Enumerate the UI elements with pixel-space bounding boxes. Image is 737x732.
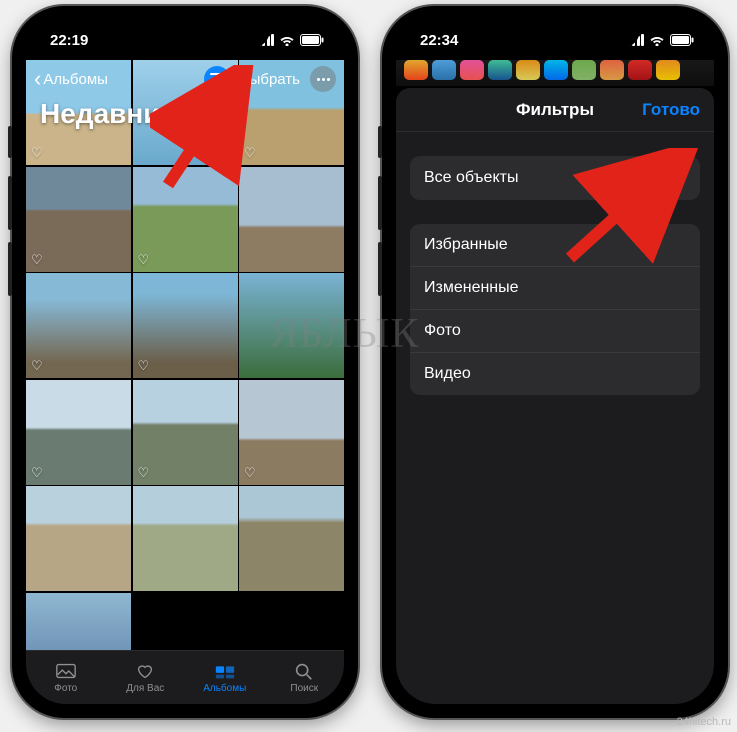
more-button[interactable] <box>310 66 336 92</box>
tab-for-you[interactable]: Для Вас <box>106 651 186 704</box>
tab-photo[interactable]: Фото <box>26 651 106 704</box>
filter-row-edited[interactable]: Измененные <box>410 267 700 310</box>
row-label: Видео <box>424 365 471 383</box>
status-time: 22:34 <box>420 32 458 49</box>
row-label: Фото <box>424 322 461 340</box>
source-credit: 24hitech.ru <box>677 716 731 728</box>
albums-icon <box>214 661 236 681</box>
filter-row-all-items[interactable]: Все объекты ✓ <box>410 156 700 200</box>
search-icon <box>293 661 315 681</box>
photo-thumb[interactable]: ♡ <box>133 273 238 378</box>
tab-label: Для Вас <box>126 683 164 694</box>
heart-icon: ♡ <box>244 465 256 481</box>
tab-label: Фото <box>54 683 77 694</box>
home-row-background <box>396 60 714 86</box>
photo-thumb[interactable] <box>239 273 344 378</box>
row-label: Измененные <box>424 279 519 297</box>
photo-thumb[interactable]: ♡ <box>133 380 238 485</box>
done-button[interactable]: Готово <box>642 88 700 131</box>
modal-header: Фильтры Готово <box>396 88 714 132</box>
photo-thumb[interactable] <box>26 593 131 651</box>
filter-row-favorites[interactable]: Избранные <box>410 224 700 267</box>
back-label: Альбомы <box>43 71 108 88</box>
screen-right: 22:34 Фильтры Готово <box>396 20 714 704</box>
tab-bar: Фото Для Вас Альбомы Поиск <box>26 650 344 704</box>
photo-thumb[interactable] <box>133 486 238 591</box>
battery-icon <box>670 34 694 46</box>
row-label: Избранные <box>424 236 508 254</box>
row-label: Все объекты <box>424 169 518 187</box>
filter-group-all: Все объекты ✓ <box>410 156 700 200</box>
heart-icon: ♡ <box>31 252 43 268</box>
tab-label: Поиск <box>290 683 318 694</box>
status-time: 22:19 <box>50 32 88 49</box>
heart-icon: ♡ <box>31 465 43 481</box>
foryou-icon <box>134 661 156 681</box>
battery-icon <box>300 34 324 46</box>
heart-icon: ♡ <box>244 145 256 161</box>
heart-icon: ♡ <box>31 145 43 161</box>
checkmark-icon: ✓ <box>672 168 686 188</box>
heart-icon: ♡ <box>31 358 43 374</box>
photo-grid[interactable]: ♡ ♡ ♡ ♡ ♡ ♡ ♡ ♡ ♡ <box>26 60 344 650</box>
select-button[interactable]: Выбрать <box>240 71 300 88</box>
heart-icon: ♡ <box>138 252 150 268</box>
filter-group-types: Избранные Измененные Фото Видео <box>410 224 700 395</box>
photos-nav: ‹ Альбомы Выбрать <box>26 62 344 96</box>
phone-right: 22:34 Фильтры Готово <box>382 6 728 718</box>
screen-left: 22:19 ♡ ♡ ♡ ♡ ♡ ♡ ♡ <box>26 20 344 704</box>
filter-button[interactable] <box>204 66 230 92</box>
tab-search[interactable]: Поиск <box>265 651 345 704</box>
back-button[interactable]: ‹ Альбомы <box>34 68 108 90</box>
heart-icon: ♡ <box>138 465 150 481</box>
photos-icon <box>55 661 77 681</box>
chevron-left-icon: ‹ <box>34 68 41 90</box>
filter-row-photo[interactable]: Фото <box>410 310 700 353</box>
filters-modal: Фильтры Готово Все объекты ✓ Избранные И… <box>396 88 714 704</box>
photo-thumb[interactable] <box>26 486 131 591</box>
photo-thumb[interactable]: ♡ <box>133 167 238 272</box>
tab-label: Альбомы <box>203 683 246 694</box>
wifi-icon <box>649 34 665 46</box>
notch <box>470 20 640 48</box>
photo-thumb[interactable] <box>239 167 344 272</box>
album-title: Недавние <box>40 98 176 130</box>
notch <box>100 20 270 48</box>
phone-left: 22:19 ♡ ♡ ♡ ♡ ♡ ♡ ♡ <box>12 6 358 718</box>
wifi-icon <box>279 34 295 46</box>
filter-row-video[interactable]: Видео <box>410 353 700 395</box>
tab-albums[interactable]: Альбомы <box>185 651 265 704</box>
photo-thumb[interactable]: ♡ <box>26 273 131 378</box>
photo-thumb[interactable] <box>239 486 344 591</box>
modal-title: Фильтры <box>516 100 594 120</box>
photo-thumb[interactable]: ♡ <box>26 380 131 485</box>
photo-thumb[interactable]: ♡ <box>26 167 131 272</box>
heart-icon: ♡ <box>138 358 150 374</box>
photo-thumb[interactable]: ♡ <box>239 380 344 485</box>
